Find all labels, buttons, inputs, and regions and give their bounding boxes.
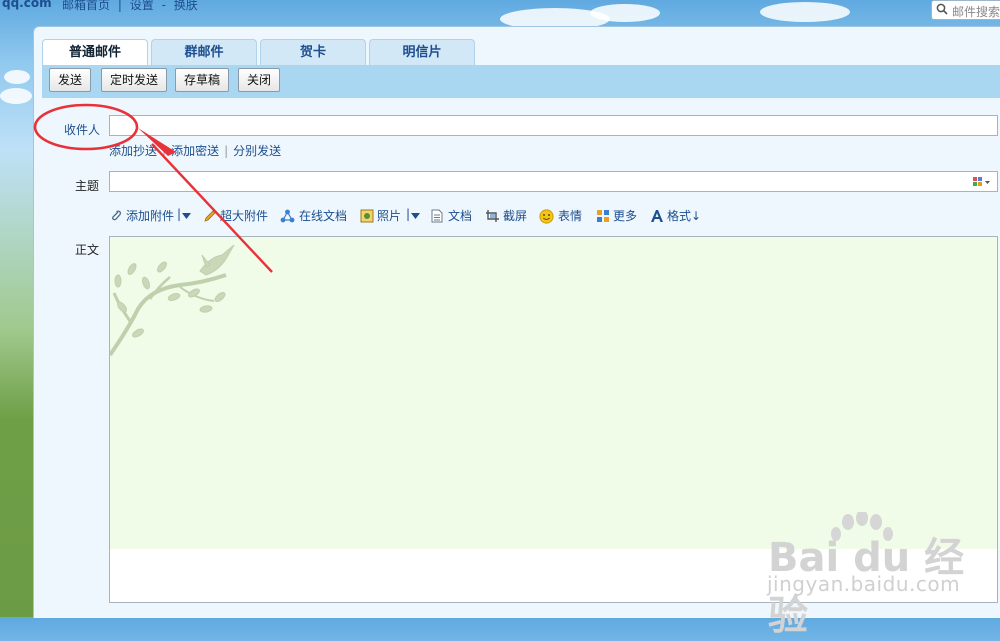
subject-label: 主题: [75, 179, 100, 193]
change-skin-link[interactable]: 换肤: [174, 0, 198, 12]
photo-label: 照片: [377, 209, 402, 223]
recipient-options: 添加抄送 | 添加密送 | 分别发送: [109, 142, 281, 159]
send-button[interactable]: 发送: [49, 68, 92, 92]
subject-input[interactable]: [109, 171, 998, 192]
settings-link[interactable]: 设置: [130, 0, 154, 12]
site-logo[interactable]: qq.com: [2, 0, 52, 10]
attachment-separator: |: [177, 207, 182, 221]
add-attachment-label: 添加附件: [126, 209, 175, 223]
separate-send-link[interactable]: 分别发送: [233, 144, 281, 158]
format-button[interactable]: 格式↓: [650, 207, 702, 225]
bird-branch-illustration: [110, 244, 235, 357]
subject-color-picker-icon[interactable]: [973, 177, 991, 187]
photo-separator: |: [406, 207, 411, 221]
scheduled-send-button[interactable]: 定时发送: [101, 68, 168, 92]
large-attachment-label: 超大附件: [220, 209, 269, 223]
compose-toolbar: 发送 定时发送 存草稿 关闭: [42, 65, 1000, 98]
attachment-dropdown-chevron-down-icon[interactable]: [182, 213, 191, 219]
large-attachment-button[interactable]: 超大附件: [203, 207, 273, 225]
cloud-decoration: [4, 70, 30, 84]
stationery-background: [110, 237, 997, 549]
more-button[interactable]: 更多: [596, 207, 641, 225]
tab-greeting-card[interactable]: 贺卡: [260, 39, 366, 65]
paperclip-icon: [112, 210, 122, 221]
watermark-url: jingyan.baidu.com: [767, 572, 961, 596]
top-link-separator: |: [117, 0, 122, 12]
online-document-button[interactable]: 在线文档: [280, 207, 352, 225]
recipient-label: 收件人: [64, 123, 101, 137]
online-document-label: 在线文档: [299, 209, 348, 223]
share-icon: [280, 209, 295, 223]
pencil-icon: [204, 210, 216, 222]
grid-icon: [597, 210, 609, 222]
mail-search-input[interactable]: 邮件搜索: [931, 0, 1000, 20]
tab-group-mail[interactable]: 群邮件: [151, 39, 257, 65]
photo-dropdown-chevron-down-icon[interactable]: [411, 213, 420, 219]
recipient-input[interactable]: [109, 115, 998, 136]
emoji-button[interactable]: 表情: [539, 207, 587, 225]
cloud-decoration: [0, 88, 32, 104]
save-draft-button[interactable]: 存草稿: [175, 68, 230, 92]
document-button[interactable]: 文档: [431, 207, 476, 225]
top-bar: qq.com 邮箱首页 | 设置 - 换肤 邮件搜索: [0, 0, 1000, 20]
link-separator: |: [224, 144, 229, 158]
body-label: 正文: [75, 243, 100, 257]
screenshot-button[interactable]: 截屏: [485, 207, 530, 225]
photo-button[interactable]: 照片: [360, 207, 405, 225]
format-label: 格式↓: [667, 209, 702, 223]
screenshot-icon: [486, 210, 499, 222]
document-icon: [431, 209, 443, 223]
tab-postcard[interactable]: 明信片: [369, 39, 475, 65]
smiley-icon: [539, 209, 554, 224]
emoji-label: 表情: [558, 209, 583, 223]
search-icon: [936, 3, 948, 15]
more-label: 更多: [613, 209, 638, 223]
link-separator: |: [162, 144, 167, 158]
add-bcc-link[interactable]: 添加密送: [171, 144, 219, 158]
close-button[interactable]: 关闭: [238, 68, 281, 92]
mailbox-home-link[interactable]: 邮箱首页: [62, 0, 110, 12]
format-a-icon: [651, 210, 663, 222]
top-link-separator: -: [161, 0, 166, 12]
screenshot-label: 截屏: [503, 209, 528, 223]
document-label: 文档: [448, 209, 473, 223]
top-links: 邮箱首页 | 设置 - 换肤: [62, 0, 202, 13]
add-cc-link[interactable]: 添加抄送: [109, 144, 157, 158]
search-placeholder: 邮件搜索: [952, 5, 1000, 19]
tab-normal-mail[interactable]: 普通邮件: [42, 39, 148, 65]
photo-icon: [360, 209, 374, 223]
